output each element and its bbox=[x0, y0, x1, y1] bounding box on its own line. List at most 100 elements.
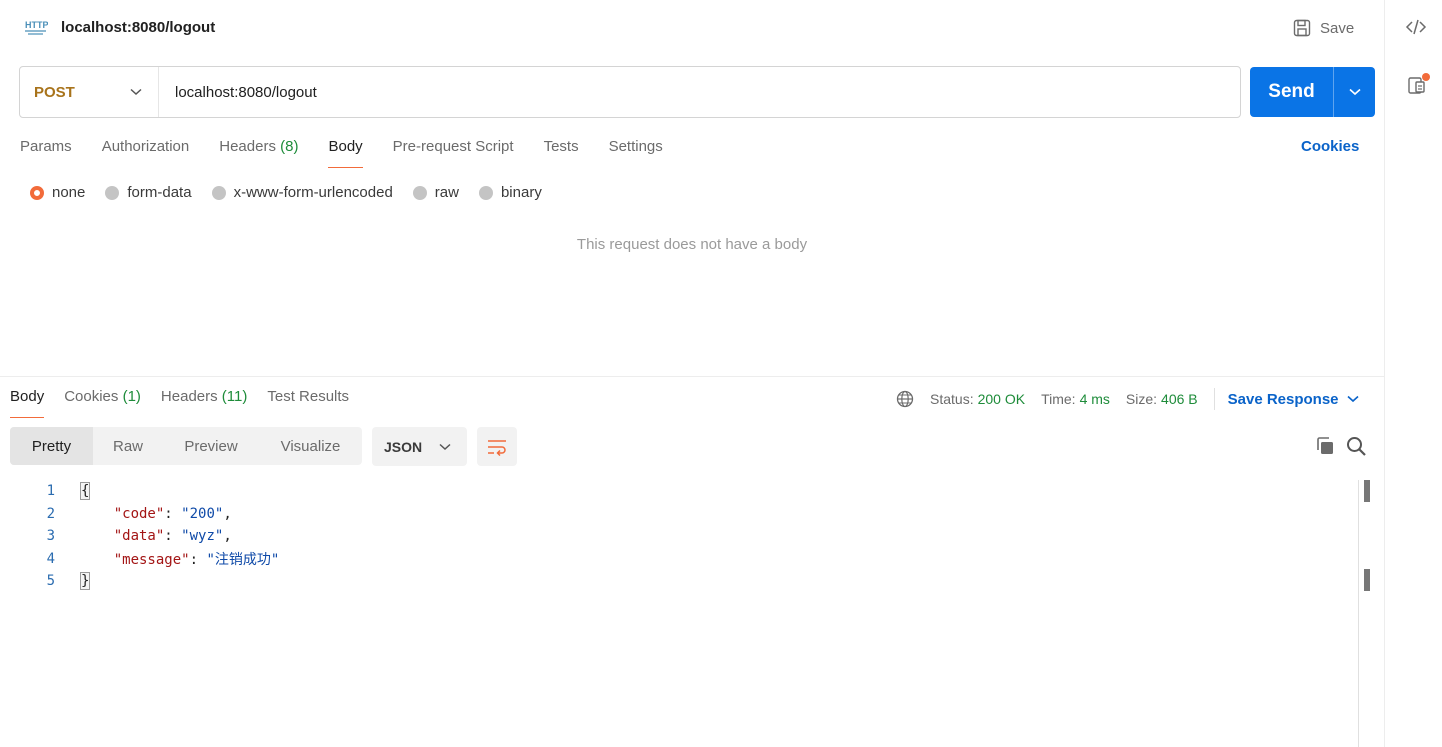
format-select[interactable]: JSON bbox=[372, 427, 467, 466]
documentation-icon[interactable] bbox=[1405, 72, 1431, 98]
radio-form-data[interactable]: form-data bbox=[105, 184, 192, 201]
tab-settings[interactable]: Settings bbox=[609, 136, 663, 168]
status-label: Status: bbox=[930, 391, 974, 407]
cookies-count: (1) bbox=[122, 388, 141, 405]
view-mode-group: Pretty Raw Preview Visualize bbox=[10, 427, 362, 465]
status-value[interactable]: 200 OK bbox=[978, 391, 1025, 407]
scrollbar-marker bbox=[1364, 569, 1370, 591]
view-preview-button[interactable]: Preview bbox=[163, 427, 259, 465]
line-number: 3 bbox=[46, 528, 55, 545]
send-button[interactable]: Send bbox=[1250, 67, 1334, 117]
view-pretty-button[interactable]: Pretty bbox=[10, 427, 93, 465]
radio-none-label: none bbox=[52, 184, 86, 201]
meta-separator bbox=[1213, 388, 1215, 410]
radio-dot bbox=[105, 185, 120, 200]
right-sidebar bbox=[1384, 0, 1442, 747]
body-type-radios: none form-data x-www-form-urlencoded raw… bbox=[30, 184, 562, 201]
radio-dot bbox=[412, 185, 427, 200]
open-brace: { bbox=[80, 482, 91, 501]
chevron-down-icon bbox=[1346, 395, 1359, 403]
http-icon: HTTP bbox=[25, 20, 48, 35]
copy-icon[interactable] bbox=[1314, 435, 1336, 457]
json-value: "200" bbox=[181, 505, 224, 522]
tab-response-cookies[interactable]: Cookies (1) bbox=[64, 386, 141, 418]
line-number: 2 bbox=[46, 505, 55, 522]
scrollbar-marker bbox=[1364, 480, 1370, 502]
tab-params[interactable]: Params bbox=[20, 136, 72, 168]
radio-form-data-label: form-data bbox=[127, 184, 192, 201]
tab-response-headers[interactable]: Headers (11) bbox=[161, 386, 247, 418]
save-label: Save bbox=[1320, 19, 1355, 37]
time-value[interactable]: 4 ms bbox=[1080, 391, 1110, 407]
empty-body-message: This request does not have a body bbox=[576, 236, 808, 253]
code-line: 2 "code": "200", bbox=[0, 503, 1356, 526]
tab-tests[interactable]: Tests bbox=[544, 136, 579, 168]
send-button-group: Send bbox=[1250, 67, 1375, 117]
size-label: Size: bbox=[1125, 391, 1158, 407]
tab-response-cookies-label: Cookies bbox=[64, 388, 119, 405]
response-meta: Status: 200 OK Time: 4 ms Size: 406 B Sa… bbox=[896, 388, 1359, 410]
url-bar: POST bbox=[19, 66, 1241, 118]
radio-raw[interactable]: raw bbox=[412, 184, 459, 201]
time-label: Time: bbox=[1041, 391, 1076, 407]
tab-response-headers-label: Headers bbox=[160, 388, 218, 405]
json-value: "注销成功" bbox=[206, 551, 280, 568]
save-button[interactable]: Save bbox=[1292, 16, 1354, 40]
code-line: 3 "data": "wyz", bbox=[0, 525, 1356, 548]
url-input[interactable] bbox=[159, 67, 1240, 117]
radio-dot bbox=[478, 185, 493, 200]
code-icon[interactable] bbox=[1405, 16, 1427, 38]
format-label: JSON bbox=[384, 438, 423, 455]
method-label: POST bbox=[34, 83, 75, 101]
response-code-viewer[interactable]: 1 { 2 "code": "200", 3 "data": "wyz", 4 … bbox=[0, 480, 1356, 593]
method-select[interactable]: POST bbox=[20, 67, 159, 117]
radio-raw-label: raw bbox=[434, 184, 459, 201]
code-line: 5 } bbox=[0, 570, 1356, 593]
response-headers-count: (11) bbox=[221, 388, 248, 405]
line-number: 5 bbox=[46, 573, 55, 590]
tab-prerequest-script[interactable]: Pre-request Script bbox=[393, 136, 514, 168]
view-raw-button[interactable]: Raw bbox=[93, 427, 163, 465]
line-number: 1 bbox=[46, 483, 55, 500]
wrap-lines-button[interactable] bbox=[477, 427, 517, 466]
tab-body[interactable]: Body bbox=[328, 136, 363, 168]
chevron-down-icon bbox=[439, 443, 451, 450]
close-brace: } bbox=[80, 572, 91, 591]
tab-headers[interactable]: Headers (8) bbox=[219, 136, 298, 168]
wrap-lines-icon bbox=[488, 439, 506, 456]
save-response-button[interactable]: Save Response bbox=[1228, 391, 1359, 408]
tab-headers-label: Headers bbox=[219, 138, 276, 155]
view-visualize-button[interactable]: Visualize bbox=[259, 427, 362, 465]
json-key: "code" bbox=[113, 505, 165, 522]
code-line: 1 { bbox=[0, 480, 1356, 503]
scrollbar-track[interactable] bbox=[1358, 480, 1359, 747]
response-tabs: Body Cookies (1) Headers (11) Test Resul… bbox=[10, 386, 369, 418]
radio-dot bbox=[211, 185, 226, 200]
main-pane: HTTP localhost:8080/logout Save POST Sen… bbox=[0, 0, 1384, 747]
search-icon[interactable] bbox=[1345, 435, 1367, 457]
size-value[interactable]: 406 B bbox=[1161, 391, 1198, 407]
radio-binary-label: binary bbox=[500, 184, 542, 201]
json-value: "wyz" bbox=[181, 528, 224, 545]
radio-urlencoded-label: x-www-form-urlencoded bbox=[233, 184, 393, 201]
globe-icon[interactable] bbox=[896, 390, 914, 408]
radio-urlencoded[interactable]: x-www-form-urlencoded bbox=[211, 184, 393, 201]
tab-response-body[interactable]: Body bbox=[10, 386, 45, 418]
json-key: "data" bbox=[113, 528, 165, 545]
save-response-label: Save Response bbox=[1227, 390, 1339, 408]
pane-divider[interactable] bbox=[0, 376, 1384, 377]
save-icon bbox=[1293, 19, 1311, 37]
tab-authorization[interactable]: Authorization bbox=[102, 136, 190, 168]
cookies-link[interactable]: Cookies bbox=[1301, 138, 1359, 155]
request-tabs: Params Authorization Headers (8) Body Pr… bbox=[20, 136, 693, 168]
request-header: HTTP localhost:8080/logout Save bbox=[0, 0, 1384, 56]
radio-dot-selected bbox=[30, 185, 44, 200]
radio-binary[interactable]: binary bbox=[478, 184, 542, 201]
line-number: 4 bbox=[46, 550, 55, 567]
json-key: "message" bbox=[113, 551, 190, 568]
radio-none[interactable]: none bbox=[30, 184, 85, 201]
chevron-down-icon bbox=[130, 88, 142, 96]
code-line: 4 "message": "注销成功" bbox=[0, 548, 1356, 571]
send-options-button[interactable] bbox=[1334, 67, 1375, 117]
tab-test-results[interactable]: Test Results bbox=[267, 386, 349, 418]
